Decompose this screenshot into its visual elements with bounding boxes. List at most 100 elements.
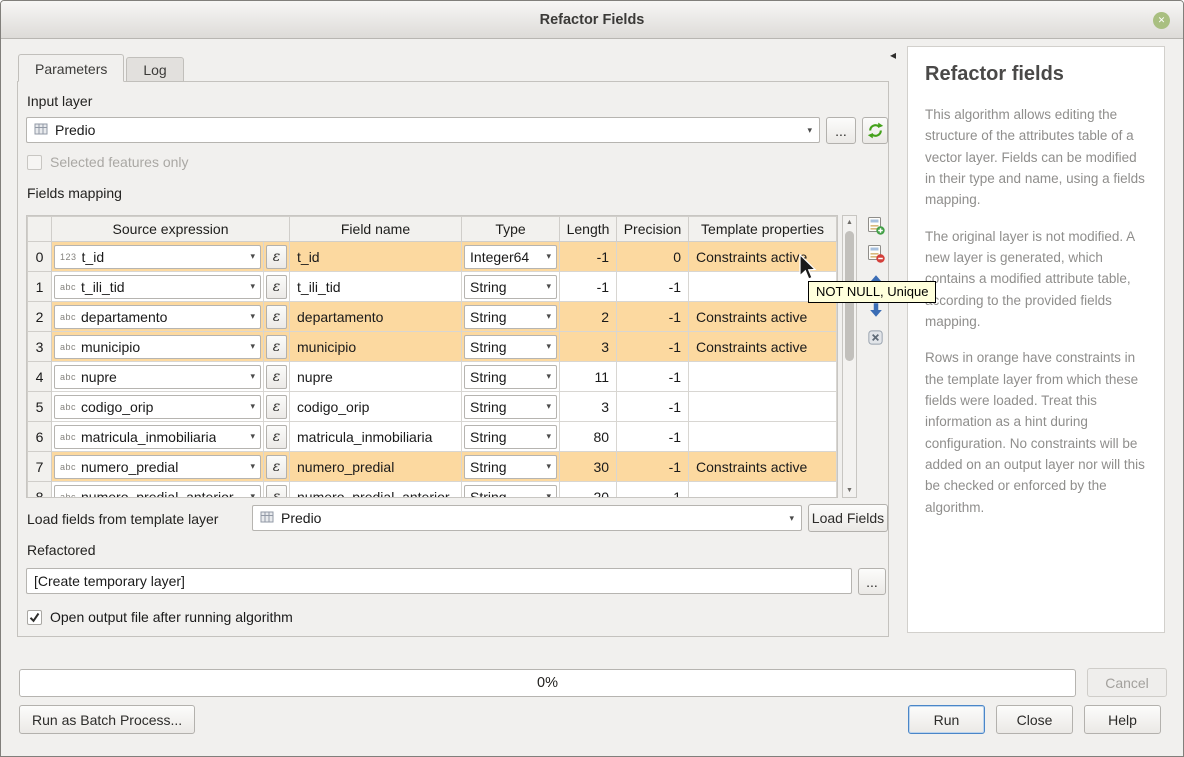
precision-cell[interactable]: 0 [617, 242, 689, 272]
template-layer-select[interactable]: Predio ▾ [252, 505, 802, 531]
row-header[interactable]: 5 [28, 392, 52, 422]
precision-cell[interactable]: -1 [617, 332, 689, 362]
clear-fields-button[interactable] [863, 325, 888, 350]
close-button[interactable]: Close [996, 705, 1073, 734]
refactored-output-input[interactable]: [Create temporary layer] [26, 568, 852, 594]
col-template-properties[interactable]: Template properties [689, 217, 837, 242]
expression-builder-button[interactable]: ε [266, 275, 287, 299]
template-properties-cell [689, 392, 837, 422]
field-type-select[interactable]: String▾ [464, 425, 557, 449]
precision-cell[interactable]: -1 [617, 362, 689, 392]
open-output-checkbox[interactable] [27, 610, 42, 625]
field-type-select[interactable]: String▾ [464, 455, 557, 479]
open-output-row[interactable]: Open output file after running algorithm [27, 609, 293, 625]
field-name-cell[interactable]: numero_predial [290, 452, 462, 482]
field-type-select[interactable]: String▾ [464, 485, 557, 499]
expression-builder-button[interactable]: ε [266, 485, 287, 499]
field-name-cell[interactable]: departamento [290, 302, 462, 332]
row-header[interactable]: 4 [28, 362, 52, 392]
field-type-select[interactable]: String▾ [464, 365, 557, 389]
source-expression-select[interactable]: 123t_id▾ [54, 245, 261, 269]
input-layer-select[interactable]: Predio ▾ [26, 117, 820, 143]
length-cell[interactable]: 2 [560, 302, 617, 332]
field-name-cell[interactable]: nupre [290, 362, 462, 392]
precision-cell[interactable]: -1 [617, 392, 689, 422]
add-field-button[interactable] [863, 213, 888, 238]
window-close-button[interactable]: ✕ [1153, 12, 1170, 29]
collapse-help-panel-icon[interactable]: ◂ [890, 48, 896, 62]
chevron-down-icon: ▾ [250, 281, 255, 292]
length-cell[interactable]: 3 [560, 392, 617, 422]
run-as-batch-button[interactable]: Run as Batch Process... [19, 705, 195, 734]
source-expression-select[interactable]: abccodigo_orip▾ [54, 395, 261, 419]
expression-builder-button[interactable]: ε [266, 305, 287, 329]
tab-parameters[interactable]: Parameters [18, 54, 124, 82]
col-precision[interactable]: Precision [617, 217, 689, 242]
field-type-select[interactable]: String▾ [464, 335, 557, 359]
expression-builder-button[interactable]: ε [266, 335, 287, 359]
length-cell[interactable]: 20 [560, 482, 617, 499]
expression-builder-button[interactable]: ε [266, 425, 287, 449]
field-name-cell[interactable]: matricula_inmobiliaria [290, 422, 462, 452]
chevron-down-icon: ▾ [546, 461, 551, 472]
scroll-down-icon[interactable]: ▼ [843, 484, 856, 497]
scroll-up-icon[interactable]: ▲ [843, 216, 856, 229]
tab-log[interactable]: Log [126, 57, 183, 82]
chevron-down-icon: ▾ [250, 431, 255, 442]
precision-cell[interactable]: -1 [617, 302, 689, 332]
load-fields-button[interactable]: Load Fields [808, 504, 888, 532]
length-cell[interactable]: 11 [560, 362, 617, 392]
help-button[interactable]: Help [1084, 705, 1161, 734]
expression-builder-button[interactable]: ε [266, 245, 287, 269]
source-expression-select[interactable]: abcmatricula_inmobiliaria▾ [54, 425, 261, 449]
col-type[interactable]: Type [462, 217, 560, 242]
titlebar[interactable]: Refactor Fields ✕ [1, 1, 1183, 39]
expression-builder-button[interactable]: ε [266, 365, 287, 389]
delete-field-button[interactable] [863, 241, 888, 266]
row-header[interactable]: 0 [28, 242, 52, 272]
field-type-select[interactable]: String▾ [464, 275, 557, 299]
table-scrollbar[interactable]: ▲ ▼ [842, 215, 857, 498]
precision-cell[interactable]: -1 [617, 452, 689, 482]
row-header[interactable]: 6 [28, 422, 52, 452]
length-cell[interactable]: 80 [560, 422, 617, 452]
col-field-name[interactable]: Field name [290, 217, 462, 242]
length-cell[interactable]: -1 [560, 272, 617, 302]
expression-builder-button[interactable]: ε [266, 455, 287, 479]
field-type-select[interactable]: String▾ [464, 305, 557, 329]
source-expression-select[interactable]: abcmunicipio▾ [54, 335, 261, 359]
row-header[interactable]: 1 [28, 272, 52, 302]
run-button[interactable]: Run [908, 705, 985, 734]
field-name-cell[interactable]: codigo_orip [290, 392, 462, 422]
field-name-cell[interactable]: numero_predial_anterior [290, 482, 462, 499]
field-name-cell[interactable]: municipio [290, 332, 462, 362]
length-cell[interactable]: -1 [560, 242, 617, 272]
field-datatype-icon: abc [60, 342, 76, 352]
length-cell[interactable]: 30 [560, 452, 617, 482]
source-expression-select[interactable]: abct_ili_tid▾ [54, 275, 261, 299]
precision-cell[interactable]: -1 [617, 422, 689, 452]
length-cell[interactable]: 3 [560, 332, 617, 362]
expression-builder-button[interactable]: ε [266, 395, 287, 419]
row-header[interactable]: 3 [28, 332, 52, 362]
source-expression-select[interactable]: abcnupre▾ [54, 365, 261, 389]
row-header[interactable]: 8 [28, 482, 52, 499]
tab-bar: Parameters Log [18, 54, 186, 82]
precision-cell[interactable]: -1 [617, 272, 689, 302]
col-source-expression[interactable]: Source expression [52, 217, 290, 242]
source-expression-select[interactable]: abcdepartamento▾ [54, 305, 261, 329]
precision-cell[interactable]: -1 [617, 482, 689, 499]
row-header[interactable]: 7 [28, 452, 52, 482]
output-value: [Create temporary layer] [34, 573, 185, 589]
input-layer-browse-button[interactable]: ... [826, 117, 856, 144]
source-expression-select[interactable]: abcnumero_predial_anterior▾ [54, 485, 261, 499]
field-name-cell[interactable]: t_id [290, 242, 462, 272]
col-length[interactable]: Length [560, 217, 617, 242]
source-expression-select[interactable]: abcnumero_predial▾ [54, 455, 261, 479]
iterate-over-layer-button[interactable] [862, 117, 888, 144]
field-type-select[interactable]: String▾ [464, 395, 557, 419]
refactored-browse-button[interactable]: ... [858, 568, 886, 595]
row-header[interactable]: 2 [28, 302, 52, 332]
field-type-select[interactable]: Integer64▾ [464, 245, 557, 269]
field-name-cell[interactable]: t_ili_tid [290, 272, 462, 302]
